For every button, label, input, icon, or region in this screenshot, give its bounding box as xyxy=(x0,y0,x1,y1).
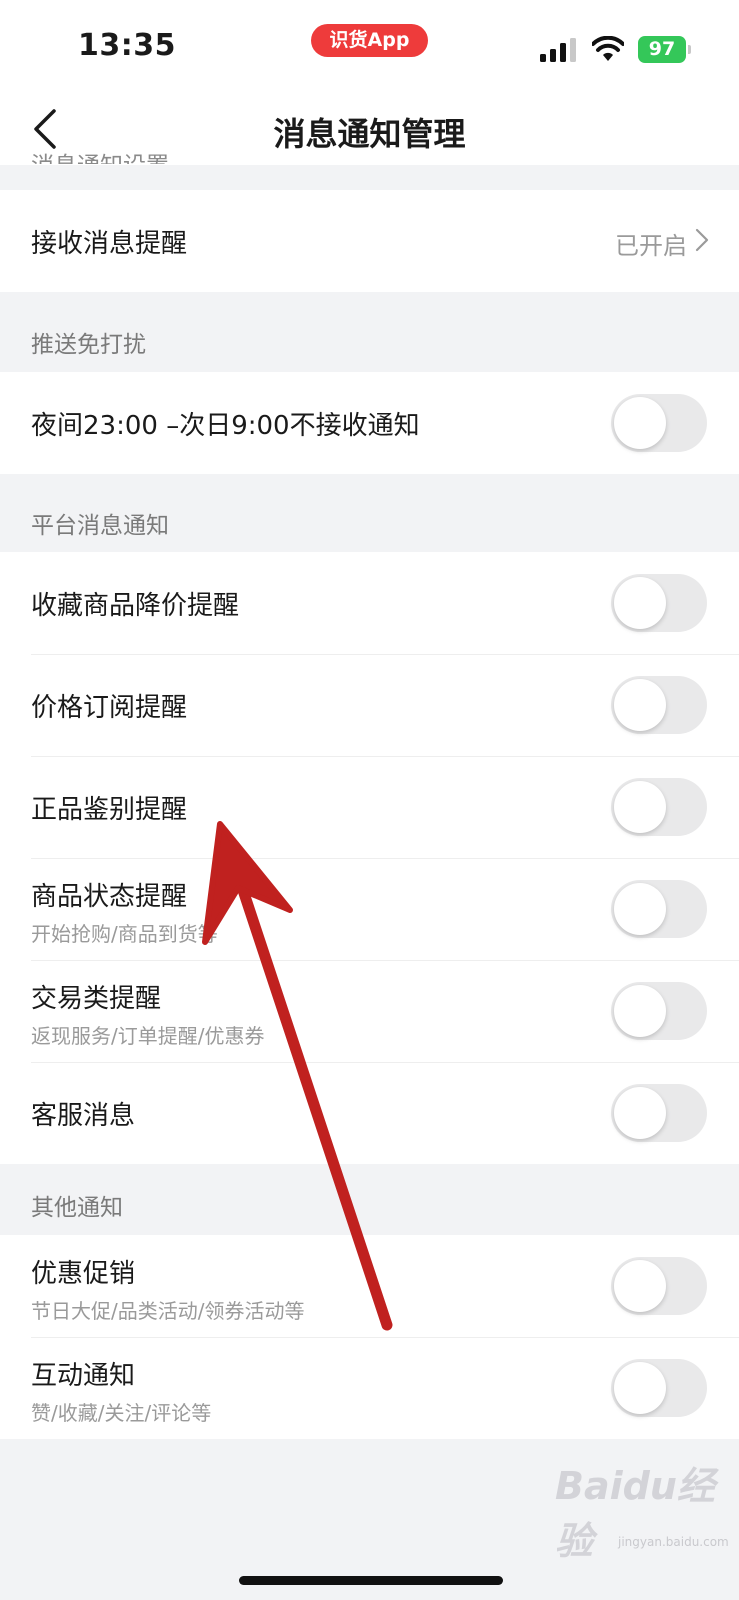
section-label-other: 其他通知 xyxy=(31,1195,123,1221)
interactions-toggle[interactable] xyxy=(611,1359,707,1417)
row-night-dnd: 夜间23:00 –次日9:00不接收通知 xyxy=(0,372,739,474)
section-label-platform: 平台消息通知 xyxy=(31,513,169,539)
toggle-knob xyxy=(614,1260,666,1312)
toggle-knob xyxy=(614,985,666,1037)
night-dnd-toggle[interactable] xyxy=(611,394,707,452)
toggle-knob xyxy=(614,781,666,833)
baidu-watermark-url: jingyan.baidu.com xyxy=(618,1535,729,1549)
row-product-status: 商品状态提醒 开始抢购/商品到货等 xyxy=(0,858,739,960)
row-subtitle: 赞/收藏/关注/评论等 xyxy=(31,1401,212,1425)
home-indicator[interactable] xyxy=(239,1576,503,1585)
row-title: 接收消息提醒 xyxy=(31,229,188,259)
row-title: 优惠促销 xyxy=(31,1259,136,1289)
status-bar: 13:35 识货App 97 xyxy=(0,0,739,95)
row-authenticity: 正品鉴别提醒 xyxy=(0,756,739,858)
toggle-knob xyxy=(614,397,666,449)
section-label-dnd: 推送免打扰 xyxy=(31,332,146,358)
section-label-notification-settings: 消息通知设置 xyxy=(31,146,169,164)
product-status-toggle[interactable] xyxy=(611,880,707,938)
row-status-value: 已开启 xyxy=(615,232,687,260)
battery-tip xyxy=(688,45,691,54)
customer-service-toggle[interactable] xyxy=(611,1084,707,1142)
row-customer-service: 客服消息 xyxy=(0,1062,739,1164)
transaction-toggle[interactable] xyxy=(611,982,707,1040)
toggle-knob xyxy=(614,1087,666,1139)
row-title: 互动通知 xyxy=(31,1361,136,1391)
other-group: 优惠促销 节日大促/品类活动/领券活动等 互动通知 赞/收藏/关注/评论等 xyxy=(0,1235,739,1439)
row-receive-notifications[interactable]: 接收消息提醒 已开启 xyxy=(0,190,739,292)
row-price-subscription: 价格订阅提醒 xyxy=(0,654,739,756)
authenticity-toggle[interactable] xyxy=(611,778,707,836)
wifi-icon xyxy=(592,36,624,61)
row-title: 客服消息 xyxy=(31,1101,136,1131)
chevron-right-icon xyxy=(695,228,709,252)
price-drop-toggle[interactable] xyxy=(611,574,707,632)
row-subtitle: 节日大促/品类活动/领券活动等 xyxy=(31,1299,305,1323)
battery-icon: 97 xyxy=(638,36,686,63)
row-title: 正品鉴别提醒 xyxy=(31,795,188,825)
toggle-knob xyxy=(614,1362,666,1414)
promotions-toggle[interactable] xyxy=(611,1257,707,1315)
row-subtitle: 开始抢购/商品到货等 xyxy=(31,922,218,946)
platform-group: 收藏商品降价提醒 价格订阅提醒 正品鉴别提醒 商品状态提醒 开始抢购/商品到货等… xyxy=(0,552,739,1164)
row-promotions: 优惠促销 节日大促/品类活动/领券活动等 xyxy=(0,1235,739,1337)
row-interactions: 互动通知 赞/收藏/关注/评论等 xyxy=(0,1337,739,1439)
row-title: 夜间23:00 –次日9:00不接收通知 xyxy=(31,411,420,441)
status-time: 13:35 xyxy=(78,28,176,63)
row-price-drop: 收藏商品降价提醒 xyxy=(0,552,739,654)
signal-icon xyxy=(540,38,576,62)
price-subscription-toggle[interactable] xyxy=(611,676,707,734)
row-subtitle: 返现服务/订单提醒/优惠券 xyxy=(31,1024,265,1048)
toggle-knob xyxy=(614,577,666,629)
row-title: 价格订阅提醒 xyxy=(31,693,188,723)
app-return-pill[interactable]: 识货App xyxy=(311,24,428,57)
row-transaction: 交易类提醒 返现服务/订单提醒/优惠券 xyxy=(0,960,739,1062)
receive-group: 接收消息提醒 已开启 xyxy=(0,190,739,292)
toggle-knob xyxy=(614,679,666,731)
row-title: 商品状态提醒 xyxy=(31,882,188,912)
row-title: 收藏商品降价提醒 xyxy=(31,591,240,621)
row-title: 交易类提醒 xyxy=(31,984,162,1014)
dnd-group: 夜间23:00 –次日9:00不接收通知 xyxy=(0,372,739,474)
toggle-knob xyxy=(614,883,666,935)
